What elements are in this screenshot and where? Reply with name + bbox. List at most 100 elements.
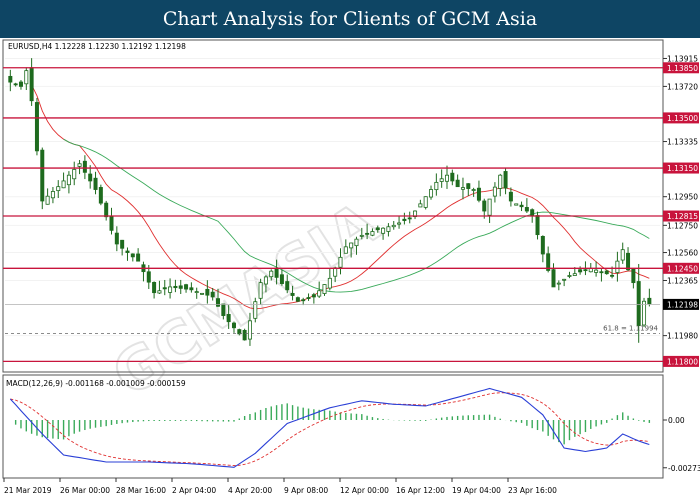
time-tick-label: 19 Apr 04:00 xyxy=(452,486,501,495)
candle-body xyxy=(599,271,604,274)
candle-body xyxy=(237,329,242,335)
candle-body xyxy=(34,102,39,152)
candle-body xyxy=(152,281,157,294)
candle-body xyxy=(482,200,487,212)
candle-body xyxy=(524,207,529,212)
candle-body xyxy=(205,288,210,296)
candle-body xyxy=(450,172,455,182)
time-tick-label: 23 Apr 16:00 xyxy=(508,486,557,495)
candle-body xyxy=(301,299,306,302)
macd-info: MACD(12,26,9) -0.001168 -0.001009 -0.000… xyxy=(6,379,186,388)
candle-body xyxy=(604,270,609,275)
candle-body xyxy=(615,260,620,273)
candle-body xyxy=(221,303,226,316)
candle-body xyxy=(290,292,295,296)
candle-body xyxy=(583,269,588,272)
candle-body xyxy=(50,191,55,199)
candle-body xyxy=(498,174,503,189)
candle-body xyxy=(162,287,167,290)
candle-body xyxy=(354,238,359,247)
candle-body xyxy=(306,297,311,299)
price-tick-label: 1.12365 xyxy=(667,276,698,285)
candle-body xyxy=(184,284,189,290)
time-tick-label: 16 Apr 12:00 xyxy=(396,486,445,495)
candle-body xyxy=(173,285,178,289)
time-tick-label: 2 Apr 04:00 xyxy=(172,486,216,495)
candle-body xyxy=(104,202,109,218)
candle-body xyxy=(136,253,141,262)
candle-body xyxy=(610,274,615,277)
candle-body xyxy=(636,281,641,326)
candle-body xyxy=(45,195,50,205)
candle-body xyxy=(274,267,279,278)
candle-body xyxy=(391,224,396,228)
header-title: Chart Analysis for Clients of GCM Asia xyxy=(162,8,538,30)
header-banner: Chart Analysis for Clients of GCM Asia xyxy=(0,0,700,38)
candle-body xyxy=(242,329,247,341)
candle-body xyxy=(125,250,130,253)
candle-body xyxy=(263,276,268,285)
candle-body xyxy=(18,81,23,87)
candle-body xyxy=(56,186,61,192)
time-tick-label: 4 Apr 20:00 xyxy=(228,486,272,495)
candle-body xyxy=(231,322,236,329)
candle-body xyxy=(492,186,497,197)
candle-body xyxy=(258,282,263,299)
time-tick-label: 26 Mar 00:00 xyxy=(60,486,110,495)
candle-body xyxy=(551,269,556,288)
candle-body xyxy=(66,174,71,186)
fibonacci-label: 61.8 = 1.11994 xyxy=(603,325,658,333)
candle-body xyxy=(189,287,194,291)
candle-body xyxy=(429,189,434,198)
price-tick-label: 1.11980 xyxy=(667,332,698,341)
candle-body xyxy=(88,173,93,182)
candle-body xyxy=(216,298,221,307)
candle-body xyxy=(359,234,364,237)
candle-body xyxy=(24,70,29,85)
candle-body xyxy=(311,294,316,298)
candle-body xyxy=(157,290,162,294)
price-tick-label: 1.13720 xyxy=(667,82,698,91)
candle-body xyxy=(418,203,423,208)
candle-body xyxy=(285,281,290,291)
candle-body xyxy=(279,274,284,284)
time-tick-label: 9 Apr 08:00 xyxy=(284,486,328,495)
candle-body xyxy=(508,191,513,202)
resistance-label: 1.12450 xyxy=(667,264,698,273)
candle-body xyxy=(397,222,402,225)
candle-body xyxy=(338,256,343,268)
candle-body xyxy=(120,239,125,249)
candle-body xyxy=(98,187,103,204)
resistance-label: 1.11800 xyxy=(667,357,698,366)
candle-body xyxy=(109,216,114,231)
candle-body xyxy=(210,291,215,298)
candle-body xyxy=(343,246,348,254)
candle-body xyxy=(349,242,354,249)
candle-body xyxy=(322,284,327,294)
candle-body xyxy=(434,181,439,191)
candle-body xyxy=(72,169,77,180)
candle-body xyxy=(114,232,119,245)
candle-body xyxy=(476,187,481,201)
candle-body xyxy=(370,231,375,236)
candle-body xyxy=(562,278,567,281)
candle-body xyxy=(93,177,98,190)
candle-body xyxy=(487,198,492,216)
candle-body xyxy=(61,180,66,189)
resistance-label: 1.13150 xyxy=(667,164,698,173)
candle-body xyxy=(226,314,231,323)
candle-body xyxy=(178,285,183,289)
price-tick-label: 1.12560 xyxy=(667,249,698,258)
time-tick-label: 21 Mar 2019 xyxy=(4,486,52,495)
candle-body xyxy=(578,269,583,273)
candle-body xyxy=(402,218,407,221)
candle-body xyxy=(631,268,636,284)
candle-body xyxy=(29,67,34,102)
candle-body xyxy=(40,149,45,202)
candle-body xyxy=(439,178,444,182)
candle-body xyxy=(8,75,13,83)
candle-body xyxy=(471,189,476,191)
candle-body xyxy=(535,215,540,236)
candle-body xyxy=(407,217,412,220)
symbol-info: EURUSD,H4 1.12228 1.12230 1.12192 1.1219… xyxy=(8,42,186,51)
